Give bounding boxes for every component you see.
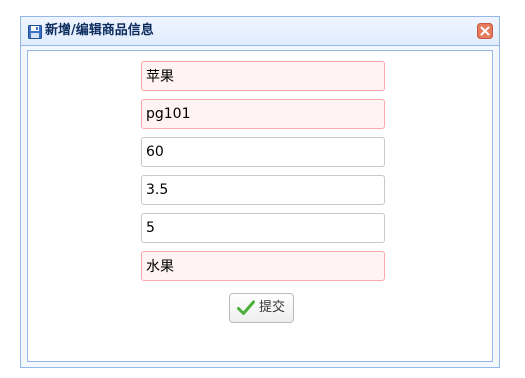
submit-button[interactable]: 提交 [229,293,294,323]
dialog-titlebar[interactable]: 新增/编辑商品信息 [21,17,499,46]
submit-label: 提交 [259,300,286,315]
product-code-field[interactable] [141,99,385,129]
form-panel: 提交 [27,50,493,362]
quantity-field[interactable] [141,137,385,167]
price-field[interactable] [141,175,385,205]
save-icon [28,24,42,39]
stock-field[interactable] [141,213,385,243]
edit-product-dialog: 新增/编辑商品信息 提交 [20,16,500,368]
product-name-field[interactable] [141,61,385,91]
checkmark-icon [237,300,255,316]
dialog-title: 新增/编辑商品信息 [45,23,154,38]
category-field[interactable] [141,251,385,281]
close-icon[interactable] [477,23,493,39]
